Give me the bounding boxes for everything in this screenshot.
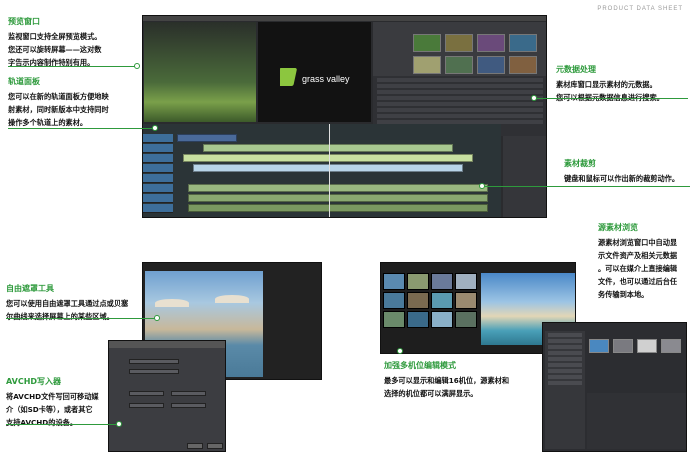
asset-thumbnail[interactable] xyxy=(613,339,633,353)
callout-trim-rule xyxy=(484,186,690,187)
callout-body: 最多可以显示和编辑16机位，源素材和 选择的机位都可以满屏显示。 xyxy=(384,376,510,398)
source-viewer xyxy=(144,22,256,122)
recorder-viewer: grass valley xyxy=(258,22,371,122)
umbrella xyxy=(155,299,189,307)
timeline-clip[interactable] xyxy=(188,204,488,212)
timeline-clip[interactable] xyxy=(193,164,463,172)
callout-title: 轨道面板 xyxy=(8,77,40,86)
asset-thumbnail[interactable] xyxy=(661,339,681,353)
callout-title: AVCHD写入器 xyxy=(6,377,62,386)
camera-angle[interactable] xyxy=(407,292,429,309)
track-header[interactable] xyxy=(143,184,173,193)
callout-multicam-pointer xyxy=(397,348,403,354)
callout-metadata-rule xyxy=(536,98,688,99)
timeline-clip[interactable] xyxy=(183,154,473,162)
bin-thumbnail[interactable] xyxy=(445,56,473,74)
callout-title: 预览窗口 xyxy=(8,17,40,26)
camera-angle[interactable] xyxy=(455,273,477,290)
callout-title: 自由遮罩工具 xyxy=(6,284,54,293)
bin-thumbnail[interactable] xyxy=(445,34,473,52)
track-header[interactable] xyxy=(143,164,173,173)
callout-avchd-rule xyxy=(6,424,118,425)
callout-body: 源素材浏览窗口中自动显 示文件资产及相关元数据 。可以在媒介上直接编辑 文件，也… xyxy=(598,238,678,299)
track-header[interactable] xyxy=(143,204,173,213)
bin-thumbnail[interactable] xyxy=(413,34,441,52)
dialog-field[interactable] xyxy=(129,369,179,374)
product-data-sheet-label: PRODUCT DATA SHEET xyxy=(597,6,683,12)
timeline-clip[interactable] xyxy=(188,184,488,192)
folder-tree[interactable] xyxy=(545,331,585,449)
dialog-titlebar xyxy=(109,341,225,348)
callout-trim-pointer xyxy=(479,183,485,189)
timeline-clip[interactable] xyxy=(177,134,237,142)
callout-browser: 源素材浏览 源素材浏览窗口中自动显 示文件资产及相关元数据 。可以在媒介上直接编… xyxy=(598,222,690,301)
bin-thumbnail[interactable] xyxy=(477,34,505,52)
asset-metadata xyxy=(587,393,686,449)
dialog-cancel-button[interactable] xyxy=(207,443,223,449)
camera-angle[interactable] xyxy=(455,311,477,328)
dialog-field[interactable] xyxy=(171,403,206,408)
track-header[interactable] xyxy=(143,134,173,143)
callout-title: 加强多机位编辑模式 xyxy=(384,361,456,370)
dialog-field[interactable] xyxy=(129,359,179,364)
camera-angle[interactable] xyxy=(407,311,429,328)
bin-thumbnail[interactable] xyxy=(477,56,505,74)
track-header[interactable] xyxy=(143,194,173,203)
grass-valley-logo: grass valley xyxy=(280,68,350,86)
camera-angle[interactable] xyxy=(431,273,453,290)
track-header[interactable] xyxy=(143,174,173,183)
callout-preview-rule xyxy=(8,66,136,67)
callout-metadata-pointer xyxy=(531,95,537,101)
camera-angle[interactable] xyxy=(383,273,405,290)
callout-body: 监视窗口支持全屏预览模式。 您还可以旋转屏幕——这对数 字告示内容制作特别有用。 xyxy=(8,32,102,67)
callout-preview-pointer xyxy=(134,63,140,69)
callout-mask-rule xyxy=(6,318,156,319)
property-panel xyxy=(503,136,546,217)
callout-track-pointer xyxy=(152,125,158,131)
editor-titlebar xyxy=(143,16,546,21)
dialog-field[interactable] xyxy=(171,391,206,396)
callout-body: 键盘和鼠标可以作出新的裁剪动作。 xyxy=(564,174,680,183)
bin-thumbnail[interactable] xyxy=(509,34,537,52)
camera-angle[interactable] xyxy=(383,311,405,328)
callout-mask: 自由遮罩工具 您可以使用自由遮罩工具通过点或贝塞 尔曲线来选择屏幕上的某些区域。 xyxy=(6,283,142,323)
callout-track-rule xyxy=(8,128,154,129)
timeline-clip[interactable] xyxy=(203,144,453,152)
timeline-clip[interactable] xyxy=(188,194,488,202)
track-header[interactable] xyxy=(143,144,173,153)
umbrella xyxy=(215,295,249,303)
bin-thumbnail[interactable] xyxy=(413,56,441,74)
callout-preview: 预览窗口 监视窗口支持全屏预览模式。 您还可以旋转屏幕——这对数 字告示内容制作… xyxy=(8,16,140,69)
callout-body: 您可以使用自由遮罩工具通过点或贝塞 尔曲线来选择屏幕上的某些区域。 xyxy=(6,299,129,321)
callout-track: 轨道面板 您可以在新的轨道面板方便地映 射素材，同时新版本中支持同时 操作多个轨… xyxy=(8,76,140,129)
dialog-field[interactable] xyxy=(129,403,164,408)
main-editor-screenshot: grass valley xyxy=(142,15,547,218)
camera-angle[interactable] xyxy=(455,292,477,309)
callout-body: 您可以在新的轨道面板方便地映 射素材，同时新版本中支持同时 操作多个轨道上的素材… xyxy=(8,92,109,127)
callout-mask-pointer xyxy=(154,315,160,321)
callout-title: 元数据处理 xyxy=(556,65,596,74)
track-header[interactable] xyxy=(143,154,173,163)
callout-avchd: AVCHD写入器 将AVCHD文件写回可移动媒 介（如SD卡等），或者其它 支持… xyxy=(6,376,106,429)
asset-thumbnail[interactable] xyxy=(637,339,657,353)
bin-thumbnail[interactable] xyxy=(509,56,537,74)
dialog-ok-button[interactable] xyxy=(187,443,203,449)
timeline-playhead[interactable] xyxy=(329,124,330,217)
callout-avchd-pointer xyxy=(116,421,122,427)
camera-angle[interactable] xyxy=(431,311,453,328)
timeline-panel[interactable] xyxy=(143,124,501,217)
avchd-writer-dialog xyxy=(108,340,226,452)
callout-body: 素材库窗口显示素材的元数据。 您可以根据元数据信息进行搜索。 xyxy=(556,80,664,102)
callout-trim: 素材裁剪 键盘和鼠标可以作出新的裁剪动作。 xyxy=(564,158,690,185)
dialog-field[interactable] xyxy=(129,391,164,396)
callout-multicam: 加强多机位编辑模式 最多可以显示和编辑16机位，源素材和 选择的机位都可以满屏显… xyxy=(384,360,540,400)
camera-angle[interactable] xyxy=(383,292,405,309)
svg-text:grass valley: grass valley xyxy=(302,74,350,84)
callout-title: 素材裁剪 xyxy=(564,159,596,168)
camera-angle[interactable] xyxy=(407,273,429,290)
asset-thumbnail[interactable] xyxy=(589,339,609,353)
source-browser-screenshot xyxy=(542,322,687,452)
camera-angle[interactable] xyxy=(431,292,453,309)
callout-title: 源素材浏览 xyxy=(598,223,638,232)
